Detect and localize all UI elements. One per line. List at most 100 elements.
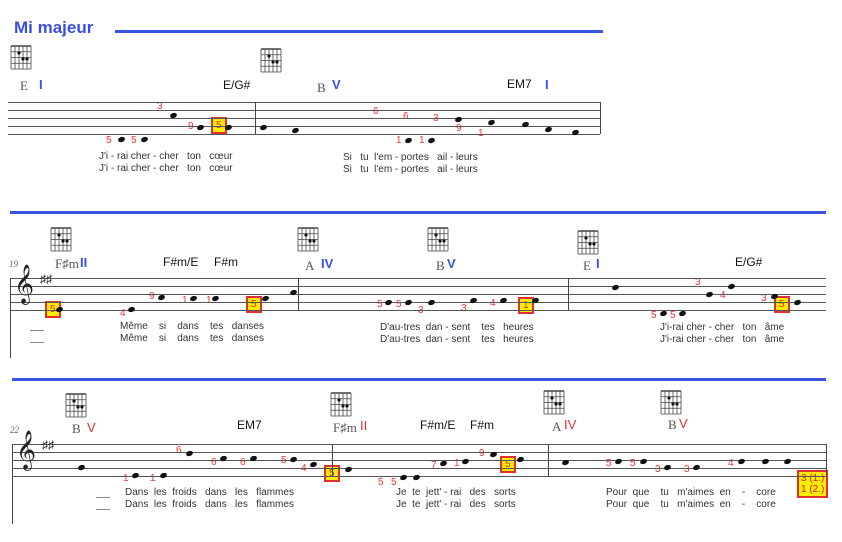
chord-name: A [552,419,562,434]
note-head [127,305,136,314]
fingering: 1 [396,135,402,146]
lyric-verse-2: J'i-rai cher - cher ton âme [660,334,785,345]
note-head [117,135,126,144]
lyric-verse-2: Même si dans tes danses [120,333,264,344]
fingering: 9 [456,123,462,134]
staff-line [10,294,826,295]
note-head [131,471,140,480]
fingering: 5 [378,477,384,488]
sheet-music-page: Mi majeur E I E/G# B V EM7 I 5 5 3 9 9 5… [0,0,842,542]
staff-line [12,468,826,469]
staff-line [10,286,826,287]
staff-line [12,460,826,461]
note-head [487,118,496,127]
degree-label: I [39,77,43,92]
chord-name: E/G# [223,78,251,92]
note-head [439,459,448,468]
chord-name: F♯m [333,420,357,435]
note-head [211,294,220,303]
chord-name: E/G# [735,255,763,269]
lyric-extender [96,509,110,510]
degree-label: V [679,416,688,431]
note-head [489,450,498,459]
fingering: 5 [377,299,383,310]
note-head [427,136,436,145]
ending-1-fingering: 3 (1.) [801,473,825,484]
chord-name: F#m [470,418,494,432]
fingering: 5 [396,299,402,310]
staff-line [8,118,600,119]
fingering: 1 [150,473,156,484]
note-head [261,294,270,303]
degree-label: V [87,420,96,435]
fingering: 6 [373,106,379,117]
chord-name: F#m/E [163,255,199,269]
title-rule [115,30,603,33]
key-signature: ♯♯ [40,272,52,286]
degree-label: I [545,77,549,92]
barline [10,278,11,358]
staff-line [8,126,600,127]
fingering: 5 [131,135,137,146]
lyric-verse-1: D'au-tres dan - sent tes heures [380,322,534,333]
chord-diagram-a [297,225,321,257]
degree-label: IV [564,417,577,432]
note-head [412,473,421,482]
key-signature: ♯♯ [42,438,54,452]
chord-name: E [20,78,28,93]
note-head [544,125,553,134]
ending-2-fingering: 1 (2.) [801,484,825,495]
lyric-verse-2: J'i - rai cher - cher ton cœur [99,163,233,174]
chord-name: A [305,258,315,273]
note-head [77,463,86,472]
degree-label: I [596,256,600,271]
note-head [659,309,668,318]
note-head [189,294,198,303]
staff-line [12,444,826,445]
note-head [404,136,413,145]
chord-name: EM7 [507,77,532,91]
note-head [614,457,623,466]
chord-diagram-e [10,43,34,75]
fingering: 3 [461,303,467,314]
chord-name: B [317,80,326,95]
lyric-verse-1: Dans les froids dans les flammes [125,487,294,498]
lyric-verse-1: Pour que tu m'aimes en - core [606,487,776,498]
lyric-extender [30,330,44,331]
fingering: 5 [651,310,657,321]
fingering: 9 [149,291,155,302]
degree-label: IV [321,256,334,271]
degree-label: V [332,77,341,92]
barline [548,444,549,476]
note-head [793,298,802,307]
barline [12,444,13,524]
barline [298,278,299,310]
highlighted-ending-fingering: 3 (1.) 1 (2.) [797,470,829,498]
chord-name: F♯m [55,256,79,271]
note-head [399,473,408,482]
chord-diagram-a [543,388,567,420]
staff-line [8,134,600,135]
lyric-verse-1: J'i-rai cher - cher ton âme [660,322,785,333]
treble-clef: 𝄞 [14,264,35,304]
note-head [289,455,298,464]
chord-diagram-b [260,46,284,78]
fingering: 1 [182,295,188,306]
fingering: 6 [403,111,409,122]
fingering: 1 [419,135,425,146]
section-divider [10,211,826,214]
lyric-verse-2: D'au-tres dan - sent tes heures [380,334,534,345]
staff-line [8,110,600,111]
chord-name: EM7 [237,418,262,432]
lyric-extender [30,342,44,343]
lyric-verse-1: Même si dans tes danses [120,321,264,332]
treble-clef: 𝄞 [16,430,37,470]
lyric-verse-1: Si tu l'em - portes ail - leurs [343,152,478,163]
lyric-verse-2: Dans les froids dans les flammes [125,499,294,510]
staff-line [10,302,826,303]
chord-diagram-b [427,225,451,257]
lyric-verse-1: J'i - rai cher - cher ton cœur [99,151,233,162]
fingering: 9 [479,448,485,459]
fingering: 6 [240,457,246,468]
note-head [737,457,746,466]
